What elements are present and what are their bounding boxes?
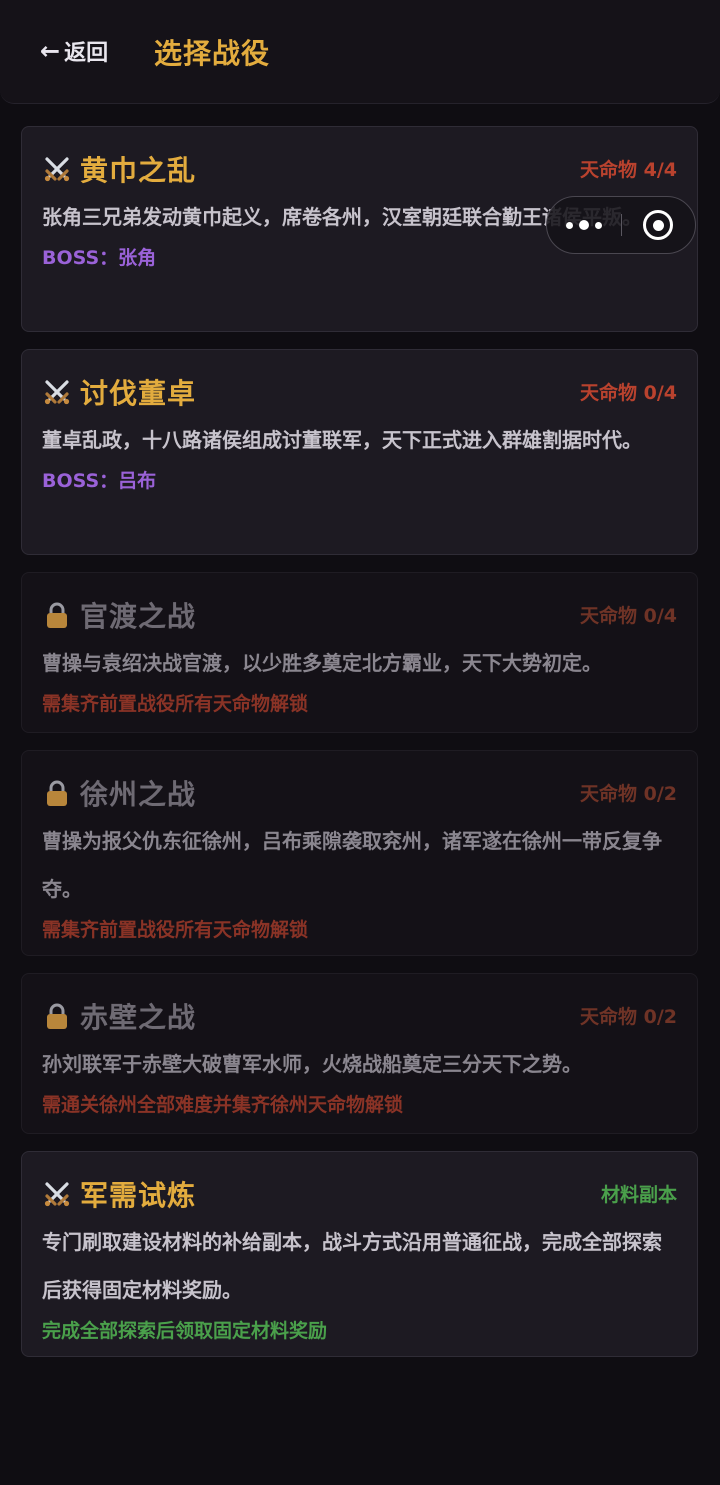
lock-icon	[47, 780, 67, 806]
lock-icon	[47, 602, 67, 628]
crossed-swords-icon	[44, 1182, 70, 1207]
campaign-card-xuzhou[interactable]: 徐州之战 天命物 0/2 曹操为报父仇东征徐州，吕布乘隙袭取兖州，诸军遂在徐州一…	[21, 750, 698, 956]
campaign-card-dongzhuo[interactable]: 讨伐董卓 天命物 0/4 董卓乱政，十八路诸侯组成讨董联军，天下正式进入群雄割据…	[21, 349, 698, 555]
target-close-icon	[643, 210, 674, 240]
campaign-description: 专门刷取建设材料的补给副本，战斗方式沿用普通征战，完成全部探索后获得固定材料奖励…	[42, 1230, 662, 1302]
crossed-swords-icon	[44, 157, 70, 182]
mini-program-capsule	[546, 196, 696, 254]
close-mini-program-button[interactable]	[622, 210, 696, 240]
artifact-count: 天命物 0/2	[580, 1006, 677, 1028]
lock-icon	[47, 1003, 67, 1029]
crossed-swords-icon	[44, 380, 70, 405]
artifact-count: 天命物 0/4	[580, 382, 677, 404]
unlock-requirement: 需集齐前置战役所有天命物解锁	[42, 919, 309, 941]
artifact-count: 天命物 0/4	[580, 605, 677, 627]
campaign-description: 曹操为报父仇东征徐州，吕布乘隙袭取兖州，诸军遂在徐州一带反复争夺。	[42, 829, 662, 901]
campaign-title: 赤壁之战	[42, 996, 196, 1036]
reward-note: 完成全部探索后领取固定材料奖励	[42, 1320, 328, 1342]
unlock-requirement: 需集齐前置战役所有天命物解锁	[42, 693, 309, 715]
more-options-button[interactable]	[547, 220, 621, 230]
top-bar: ← 返回 选择战役	[0, 0, 720, 104]
more-dot-icon	[565, 221, 573, 229]
boss-label: BOSS：吕布	[42, 470, 157, 492]
arrow-left-icon: ←	[40, 37, 61, 65]
campaign-card-chibi[interactable]: 赤壁之战 天命物 0/2 孙刘联军于赤壁大破曹军水师，火烧战船奠定三分天下之势。…	[21, 973, 698, 1134]
campaign-card-supply-trial[interactable]: 军需试炼 材料副本 专门刷取建设材料的补给副本，战斗方式沿用普通征战，完成全部探…	[21, 1151, 698, 1357]
unlock-requirement: 需通关徐州全部难度并集齐徐州天命物解锁	[42, 1094, 404, 1116]
more-dot-icon	[594, 221, 602, 229]
back-button[interactable]: ← 返回	[40, 34, 108, 68]
material-dungeon-badge: 材料副本	[600, 1184, 677, 1206]
campaign-title: 徐州之战	[42, 773, 196, 813]
campaign-card-guandu[interactable]: 官渡之战 天命物 0/4 曹操与袁绍决战官渡，以少胜多奠定北方霸业，天下大势初定…	[21, 572, 698, 733]
campaign-title: 讨伐董卓	[42, 372, 196, 412]
campaign-title: 军需试炼	[42, 1174, 196, 1214]
artifact-count: 天命物 4/4	[580, 159, 677, 181]
artifact-count: 天命物 0/2	[580, 783, 677, 805]
more-dot-icon	[578, 220, 589, 230]
campaign-title: 官渡之战	[42, 595, 196, 635]
back-label: 返回	[64, 41, 109, 66]
page-title: 选择战役	[154, 37, 271, 70]
campaign-title: 黄巾之乱	[42, 149, 196, 189]
